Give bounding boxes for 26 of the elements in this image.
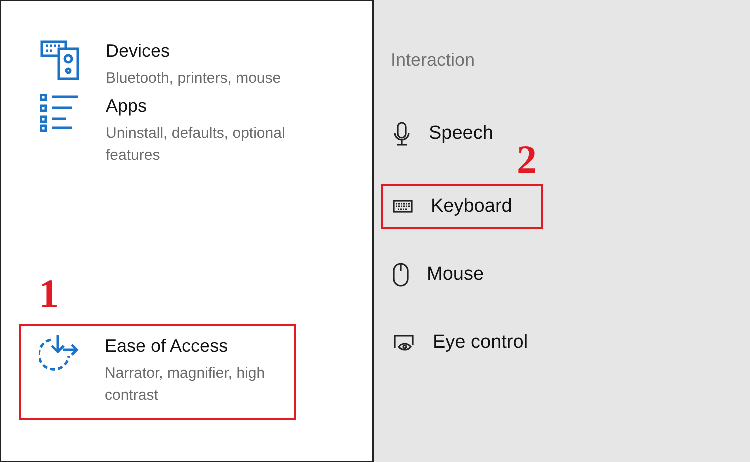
list-icon: [40, 94, 80, 132]
section-heading: Interaction: [390, 50, 476, 71]
nav-item[interactable]: Eye control: [381, 320, 543, 365]
nav-label: Eye control: [433, 332, 528, 354]
category-item[interactable]: Ease of Access Narrator, magnifier, high contrast: [19, 324, 296, 420]
microphone-icon: [393, 122, 411, 146]
devices-icon: [40, 39, 80, 83]
category-description: Bluetooth, printers, mouse: [106, 69, 282, 89]
category-title: Ease of Access: [105, 336, 230, 357]
mouse-icon: [393, 262, 409, 286]
category-description: Narrator, magnifier, high contrast: [105, 364, 266, 406]
category-item[interactable]: Devices Bluetooth, printers, mouse: [19, 37, 296, 92]
category-item[interactable]: Apps Uninstall, defaults, optional features: [19, 92, 296, 169]
ease-of-access-icon: [39, 334, 79, 372]
eye-control-icon: [393, 334, 415, 352]
category-title: Apps: [106, 96, 148, 117]
keyboard-icon: [393, 200, 413, 213]
category-title: Devices: [106, 41, 172, 62]
nav-label: Speech: [429, 122, 494, 144]
step-number: 2: [517, 140, 537, 180]
nav-item[interactable]: Keyboard: [381, 184, 543, 229]
nav-label: Mouse: [427, 264, 484, 286]
nav-label: Keyboard: [431, 196, 512, 218]
nav-item[interactable]: Mouse: [381, 252, 543, 297]
step-number: 1: [39, 274, 59, 314]
category-description: Uninstall, defaults, optional features: [106, 124, 286, 166]
